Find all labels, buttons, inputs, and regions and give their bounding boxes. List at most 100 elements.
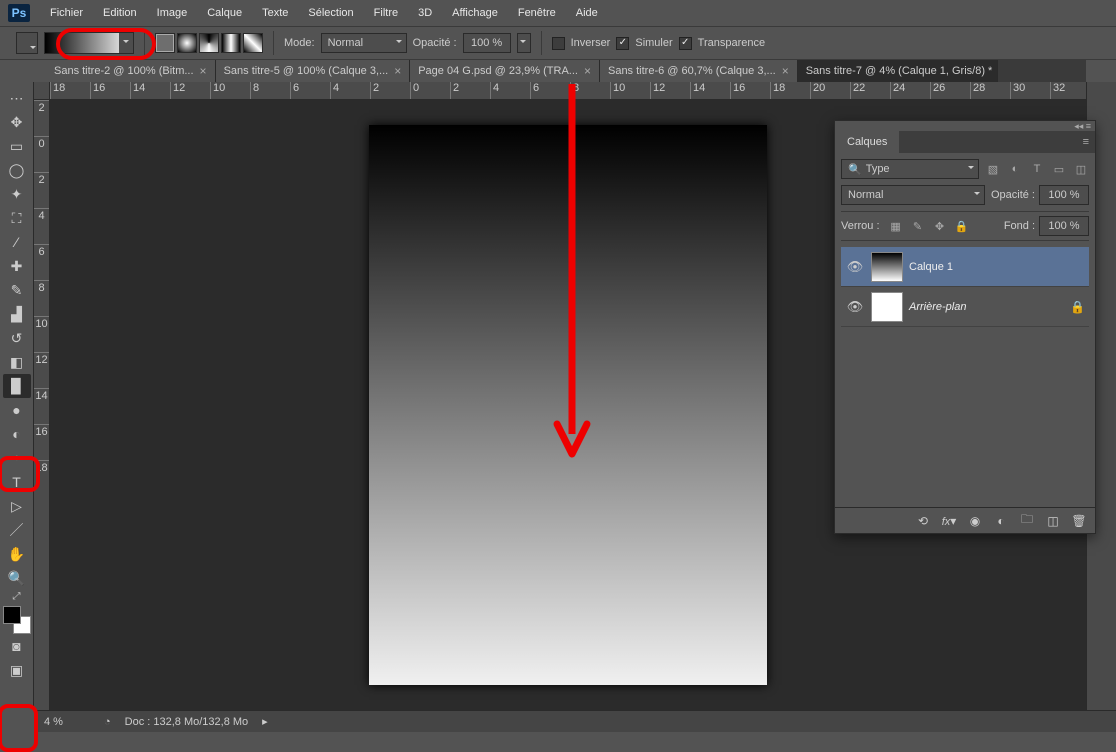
move-tool[interactable]: ✥: [3, 110, 31, 134]
stamp-tool[interactable]: ▟: [3, 302, 31, 326]
filter-type-icon[interactable]: T: [1029, 161, 1045, 177]
dodge-tool[interactable]: ◐: [3, 422, 31, 446]
transparency-checkbox[interactable]: Transparence: [679, 37, 765, 50]
layer-row[interactable]: 👁 Arrière-plan 🔒: [841, 287, 1089, 327]
close-icon[interactable]: ×: [584, 64, 591, 78]
layers-tab[interactable]: Calques: [835, 131, 899, 153]
doc-info-dropdown-icon[interactable]: ▸: [262, 715, 268, 728]
tab-handle-icon[interactable]: ⋯: [3, 86, 31, 110]
blur-tool[interactable]: ●: [3, 398, 31, 422]
menu-3d[interactable]: 3D: [408, 0, 442, 26]
tool-preset-picker[interactable]: [16, 32, 38, 54]
document-canvas[interactable]: [369, 125, 767, 685]
menu-layer[interactable]: Calque: [197, 0, 252, 26]
eyedropper-tool[interactable]: ⁄: [3, 230, 31, 254]
menu-image[interactable]: Image: [147, 0, 198, 26]
group-icon[interactable]: 🗀: [1019, 510, 1035, 531]
document-tab[interactable]: Sans titre-2 @ 100% (Bitm...×: [46, 60, 216, 82]
gradient-tool[interactable]: ▉: [3, 374, 31, 398]
pen-tool[interactable]: ✒: [3, 446, 31, 470]
gradient-picker[interactable]: [44, 32, 134, 54]
foreground-color[interactable]: [3, 606, 21, 624]
quickmask-tool[interactable]: ◙: [3, 634, 31, 658]
layer-row[interactable]: 👁 Calque 1: [841, 247, 1089, 287]
filter-smart-icon[interactable]: ◫: [1073, 161, 1089, 177]
reverse-checkbox[interactable]: Inverser: [552, 37, 611, 50]
gradient-linear-button[interactable]: [155, 33, 175, 53]
lock-transparent-icon[interactable]: ▦: [888, 218, 904, 234]
shape-tool[interactable]: ／: [3, 518, 31, 542]
magic-wand-tool[interactable]: ✦: [3, 182, 31, 206]
hand-tool[interactable]: ✋: [3, 542, 31, 566]
filter-pixel-icon[interactable]: ▧: [985, 161, 1001, 177]
gradient-angle-button[interactable]: [199, 33, 219, 53]
filter-adjust-icon[interactable]: ◐: [1007, 161, 1023, 177]
trash-icon[interactable]: 🗑: [1071, 514, 1087, 528]
close-icon[interactable]: ×: [782, 64, 789, 78]
fill-input[interactable]: 100 %: [1039, 216, 1089, 236]
ruler-corner: [34, 82, 50, 100]
panel-menu-icon[interactable]: ≡: [1077, 136, 1095, 148]
layer-thumbnail[interactable]: [871, 252, 903, 282]
menu-help[interactable]: Aide: [566, 0, 608, 26]
healing-tool[interactable]: ✚: [3, 254, 31, 278]
lock-position-icon[interactable]: ✥: [932, 218, 948, 234]
layer-filter-select[interactable]: 🔍 Type: [841, 159, 979, 179]
document-tab-active[interactable]: Sans titre-7 @ 4% (Calque 1, Gris/8) *×: [798, 60, 998, 82]
horizontal-ruler[interactable]: 1816141210864202468101214161820222426283…: [50, 82, 1086, 100]
color-swatches[interactable]: [3, 606, 31, 634]
menu-view[interactable]: Affichage: [442, 0, 508, 26]
path-select-tool[interactable]: ▷: [3, 494, 31, 518]
opacity-scrubber[interactable]: [517, 33, 531, 53]
doc-info[interactable]: Doc : 132,8 Mo/132,8 Mo: [125, 716, 249, 728]
close-icon[interactable]: ×: [394, 64, 401, 78]
status-preview-icon[interactable]: ◔: [104, 716, 111, 728]
eraser-tool[interactable]: ◧: [3, 350, 31, 374]
dither-checkbox[interactable]: Simuler: [616, 37, 672, 50]
new-layer-icon[interactable]: ◫: [1045, 514, 1061, 528]
crop-tool[interactable]: ⛶: [3, 206, 31, 230]
gradient-diamond-button[interactable]: [243, 33, 263, 53]
marquee-tool[interactable]: ▭: [3, 134, 31, 158]
screenmode-tool[interactable]: ▣: [3, 658, 31, 682]
zoom-level[interactable]: 4 %: [44, 716, 90, 728]
layer-name[interactable]: Calque 1: [909, 261, 1085, 273]
layer-blend-select[interactable]: Normal: [841, 185, 985, 205]
opacity-input[interactable]: 100 %: [463, 33, 511, 53]
visibility-icon[interactable]: 👁: [845, 259, 865, 275]
brush-tool[interactable]: ✎: [3, 278, 31, 302]
reverse-label: Inverser: [571, 37, 611, 49]
history-brush-tool[interactable]: ↺: [3, 326, 31, 350]
gradient-reflected-button[interactable]: [221, 33, 241, 53]
swap-colors-icon[interactable]: ⤢: [3, 590, 31, 602]
lock-pixels-icon[interactable]: ✎: [910, 218, 926, 234]
adjustment-icon[interactable]: ◐: [993, 514, 1009, 528]
gradient-radial-button[interactable]: [177, 33, 197, 53]
document-tab[interactable]: Sans titre-6 @ 60,7% (Calque 3,...×: [600, 60, 798, 82]
zoom-tool[interactable]: 🔍: [3, 566, 31, 590]
panel-collapse-icon[interactable]: ◂◂ ≡: [835, 121, 1095, 131]
menu-filter[interactable]: Filtre: [364, 0, 408, 26]
document-tab[interactable]: Sans titre-5 @ 100% (Calque 3,...×: [216, 60, 411, 82]
layer-name[interactable]: Arrière-plan: [909, 301, 1064, 313]
document-tab[interactable]: Page 04 G.psd @ 23,9% (TRA...×: [410, 60, 600, 82]
layer-thumbnail[interactable]: [871, 292, 903, 322]
vertical-ruler[interactable]: 2024681012141618: [34, 100, 50, 710]
menu-file[interactable]: Fichier: [40, 0, 93, 26]
menu-window[interactable]: Fenêtre: [508, 0, 566, 26]
fx-icon[interactable]: fx▾: [941, 514, 957, 528]
gradient-picker-dropdown-icon[interactable]: [119, 33, 133, 53]
menu-text[interactable]: Texte: [252, 0, 298, 26]
menu-edit[interactable]: Edition: [93, 0, 147, 26]
visibility-icon[interactable]: 👁: [845, 299, 865, 315]
lock-all-icon[interactable]: 🔒: [954, 218, 970, 234]
close-icon[interactable]: ×: [200, 64, 207, 78]
layer-opacity-input[interactable]: 100 %: [1039, 185, 1089, 205]
blend-mode-select[interactable]: Normal: [321, 33, 407, 53]
mask-icon[interactable]: ◉: [967, 514, 983, 528]
link-layers-icon[interactable]: ⟲: [915, 514, 931, 528]
type-tool[interactable]: T: [3, 470, 31, 494]
lasso-tool[interactable]: ◯: [3, 158, 31, 182]
filter-shape-icon[interactable]: ▭: [1051, 161, 1067, 177]
menu-select[interactable]: Sélection: [298, 0, 363, 26]
